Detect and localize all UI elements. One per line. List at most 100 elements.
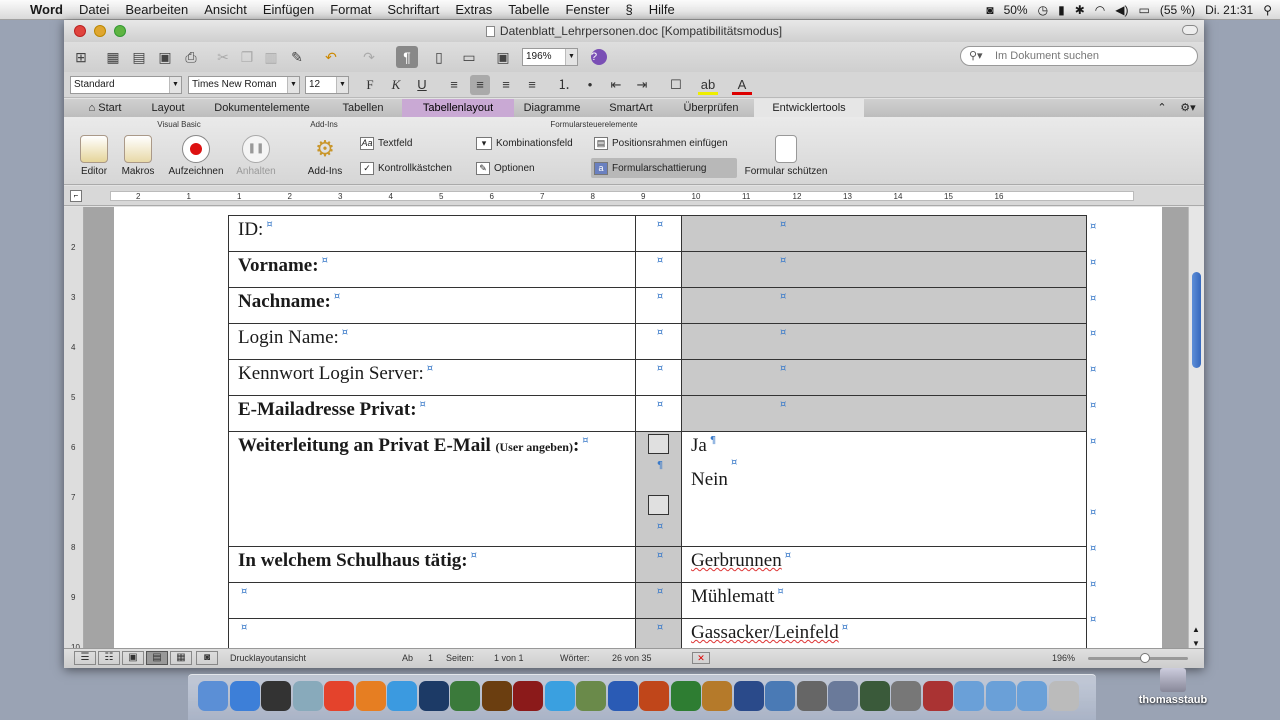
volume-icon[interactable]: ◀) — [1115, 3, 1128, 17]
redo-icon[interactable]: ↷ — [358, 46, 380, 68]
itunes-icon[interactable] — [544, 681, 575, 711]
iphoto-icon[interactable] — [576, 681, 606, 711]
chrome-icon[interactable] — [324, 681, 354, 711]
insert-frame-button[interactable]: ▤ Positionsrahmen einfügen — [594, 137, 728, 150]
preferences-icon[interactable] — [796, 681, 827, 711]
save-icon[interactable]: ▣ — [154, 46, 176, 68]
tab-diagramme[interactable]: Diagramme — [516, 99, 588, 117]
font-color-icon[interactable]: A — [732, 75, 752, 95]
script-icon[interactable]: ▮ — [1058, 3, 1065, 17]
textfield-button[interactable]: Aa Textfeld — [360, 137, 412, 150]
format-painter-icon[interactable]: ✎ — [286, 46, 308, 68]
pause-button[interactable]: ❚❚ Anhalten — [230, 135, 282, 177]
dreamweaver-icon[interactable] — [450, 681, 480, 711]
vertical-scrollbar[interactable]: ▲ ▼ — [1188, 207, 1204, 656]
illustrator-icon[interactable] — [481, 681, 512, 711]
font-size-select[interactable]: 12 ▼ — [305, 76, 349, 94]
folder-downloads-icon[interactable] — [1017, 681, 1047, 711]
editor-button[interactable]: Editor — [74, 135, 114, 177]
school-check-cell[interactable]: ¤ — [635, 582, 682, 619]
firefox-icon[interactable] — [355, 681, 386, 711]
help-icon[interactable]: ? — [588, 46, 610, 68]
tab-ueberpruefen[interactable]: Überprüfen — [672, 99, 750, 117]
scroll-thumb[interactable] — [1192, 272, 1201, 368]
menu-fenster[interactable]: Fenster — [557, 2, 617, 17]
horizontal-ruler[interactable]: ⌐ 2 1 1 2 3 4 5 6 7 8 9 10 11 12 13 14 15 16 — [64, 186, 1204, 206]
app-store-icon[interactable] — [229, 681, 260, 711]
scroll-up-icon[interactable]: ▲ — [1192, 625, 1200, 634]
wifi-icon[interactable]: ◠ — [1095, 3, 1105, 17]
excel-icon[interactable] — [670, 681, 701, 711]
underline-button[interactable]: U — [412, 75, 432, 95]
dashboard-icon[interactable] — [261, 681, 291, 711]
spotlight-icon[interactable]: ⚲ — [1263, 3, 1272, 17]
view-publishing-button[interactable]: ▣ — [122, 651, 144, 665]
form-text-field[interactable]: ¤ — [681, 359, 1087, 396]
zoom-slider[interactable] — [1088, 653, 1188, 663]
form-shading-button[interactable]: a Formularschattierung — [591, 158, 737, 178]
screen-record-icon[interactable]: ◙ — [986, 3, 993, 17]
undo-icon[interactable]: ↶ — [320, 46, 342, 68]
view-draft-button[interactable]: ☰ — [74, 651, 96, 665]
system-preferences-icon[interactable] — [891, 681, 921, 711]
view-outline-button[interactable]: ☷ — [98, 651, 120, 665]
time-machine-icon[interactable] — [859, 681, 890, 711]
highlight-icon[interactable]: ab — [698, 75, 718, 95]
clock[interactable]: Di. 21:31 — [1205, 3, 1253, 17]
open-icon[interactable]: ▤ — [128, 46, 150, 68]
view-notebook-button[interactable]: ▦ — [170, 651, 192, 665]
combobox-button[interactable]: ▾ Kombinationsfeld — [476, 137, 573, 150]
sidebar-icon[interactable]: ▯ — [428, 46, 450, 68]
zoom-select[interactable]: 196% ▼ — [522, 48, 578, 66]
menu-extras[interactable]: Extras — [447, 2, 500, 17]
tab-tabellen[interactable]: Tabellen — [328, 99, 398, 117]
bullet-list-icon[interactable]: • — [580, 75, 600, 95]
tab-entwicklertools[interactable]: Entwicklertools — [754, 99, 864, 117]
tab-start[interactable]: ⌂ Start — [78, 99, 132, 117]
user-account[interactable]: thomasstaub — [1130, 668, 1216, 706]
show-paragraph-marks-button[interactable]: ¶ — [396, 46, 418, 68]
gallery-icon[interactable]: ▭ — [458, 46, 480, 68]
font-select[interactable]: Times New Roman ▼ — [188, 76, 300, 94]
protect-form-button[interactable]: Formular schützen — [744, 135, 828, 177]
close-button[interactable] — [74, 25, 86, 37]
document-search-input[interactable]: ⚲▾ Im Dokument suchen — [960, 46, 1198, 66]
time-machine-icon[interactable]: ◷ — [1038, 3, 1048, 17]
school-cell-0[interactable]: Gerbrunnen ¤ — [681, 546, 1087, 583]
zoom-button[interactable] — [114, 25, 126, 37]
menu-ansicht[interactable]: Ansicht — [196, 2, 255, 17]
tab-layout[interactable]: Layout — [140, 99, 196, 117]
increase-indent-icon[interactable]: ⇥ — [632, 75, 652, 95]
trash-icon[interactable] — [1048, 681, 1079, 711]
preview-icon[interactable] — [292, 681, 323, 711]
school-cell-1[interactable]: Mühlematt ¤ — [681, 582, 1087, 619]
checkbox-button[interactable]: ✓ Kontrollkästchen — [360, 162, 452, 175]
cut-icon[interactable]: ✂ — [212, 46, 234, 68]
view-focus-button[interactable]: ◙ — [196, 651, 218, 665]
form-text-field[interactable]: ¤ — [681, 287, 1087, 324]
bold-button[interactable]: F — [360, 75, 380, 95]
scroll-down-icon[interactable]: ▼ — [1192, 639, 1200, 648]
paste-icon[interactable]: ▥ — [260, 46, 282, 68]
battery-icon[interactable]: ▭ — [1138, 3, 1149, 17]
print-icon[interactable]: ⎙ — [180, 46, 202, 68]
collapse-ribbon-icon[interactable]: ⌃ — [1154, 99, 1170, 117]
border-icon[interactable]: ☐ — [666, 75, 686, 95]
spelling-status-icon[interactable]: ✕ — [692, 652, 710, 664]
checkbox-no[interactable] — [648, 495, 669, 515]
script-menu-icon[interactable]: § — [618, 2, 641, 17]
photo-booth-icon[interactable] — [922, 681, 953, 711]
folder-applications-icon[interactable] — [954, 681, 984, 711]
options-button[interactable]: ✎ Optionen — [476, 162, 535, 175]
safari-icon[interactable] — [387, 681, 417, 711]
menu-format[interactable]: Format — [322, 2, 379, 17]
folder-documents-icon[interactable] — [985, 681, 1016, 711]
form-text-field[interactable]: ¤ — [681, 323, 1087, 360]
checkbox-yes[interactable] — [648, 434, 669, 454]
finder-icon[interactable] — [198, 681, 228, 711]
document-page[interactable]: ID: ¤ ¤ ¤ Vorname: ¤ ¤ ¤ Nachname: ¤ ¤ ¤ Login Name:… — [114, 207, 1162, 656]
italic-button[interactable]: K — [386, 75, 406, 95]
vertical-ruler[interactable]: 2345678910 — [64, 207, 84, 656]
mail-icon[interactable] — [828, 681, 858, 711]
macros-button[interactable]: Makros — [118, 135, 158, 177]
